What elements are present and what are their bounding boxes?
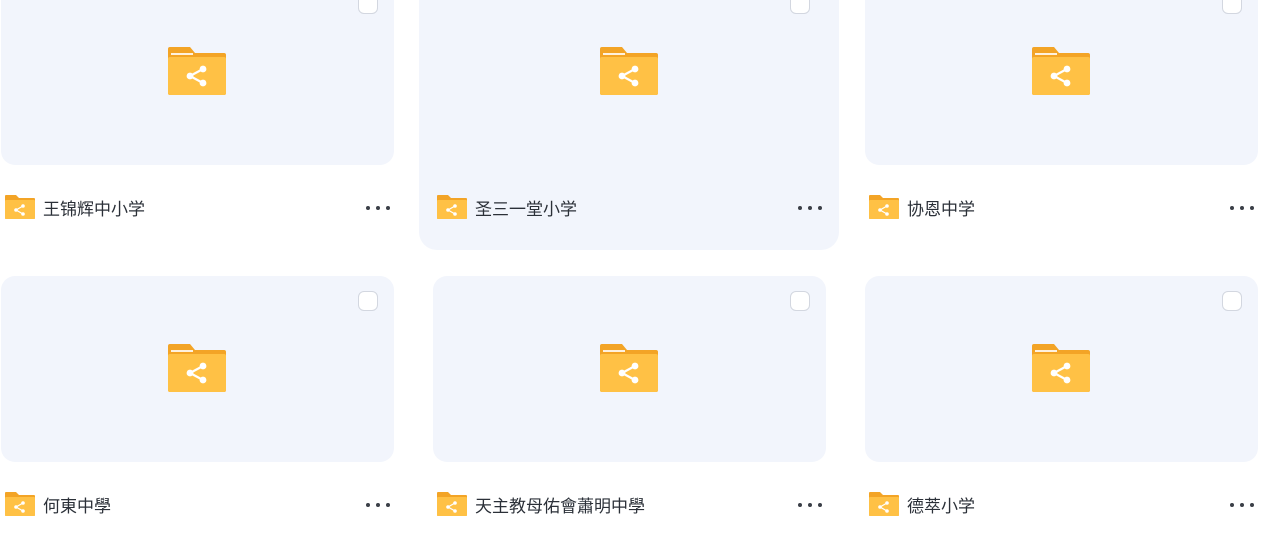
folder-name[interactable]: 天主教母佑會蕭明中學 [475, 492, 645, 517]
more-icon[interactable] [1230, 198, 1254, 218]
more-icon[interactable] [366, 495, 390, 515]
folder-name[interactable]: 何東中學 [43, 492, 111, 517]
more-icon[interactable] [366, 198, 390, 218]
checkbox-icon[interactable] [358, 291, 378, 311]
folder-name[interactable]: 德萃小学 [907, 492, 975, 517]
more-icon[interactable] [798, 495, 822, 515]
checkbox-icon[interactable] [358, 0, 378, 14]
checkbox-icon[interactable] [1222, 0, 1242, 14]
shared-folder-icon [869, 195, 899, 219]
checkbox-icon[interactable] [1222, 291, 1242, 311]
folder-name[interactable]: 王锦辉中小学 [43, 195, 145, 220]
shared-folder-icon [437, 492, 467, 516]
shared-folder-icon [869, 492, 899, 516]
shared-folder-icon [1032, 344, 1090, 392]
more-icon[interactable] [798, 198, 822, 218]
shared-folder-icon [5, 492, 35, 516]
shared-folder-icon [168, 344, 226, 392]
folder-name[interactable]: 协恩中学 [907, 195, 975, 220]
shared-folder-icon [600, 47, 658, 95]
folder-name[interactable]: 圣三一堂小学 [475, 195, 577, 220]
checkbox-icon[interactable] [790, 291, 810, 311]
shared-folder-icon [437, 195, 467, 219]
more-icon[interactable] [1230, 495, 1254, 515]
checkbox-icon[interactable] [790, 0, 810, 14]
shared-folder-icon [600, 344, 658, 392]
shared-folder-icon [5, 195, 35, 219]
shared-folder-icon [1032, 47, 1090, 95]
shared-folder-icon [168, 47, 226, 95]
